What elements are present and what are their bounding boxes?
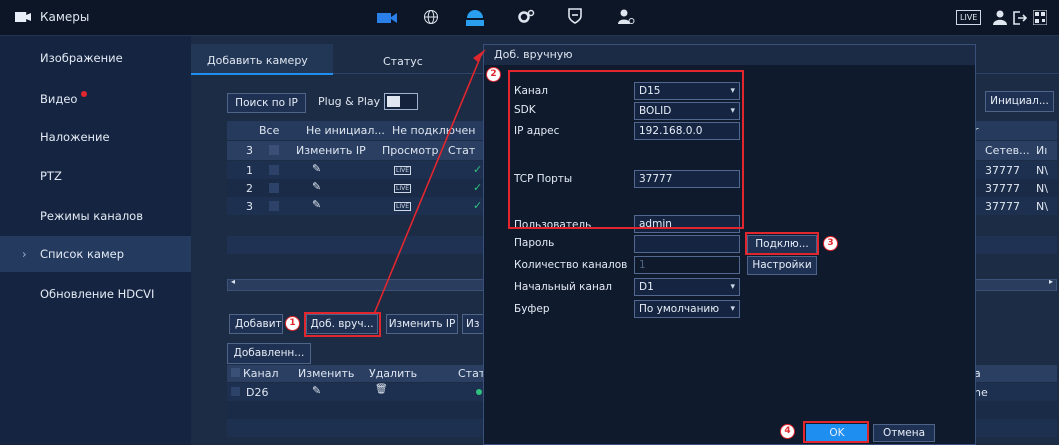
- edit-pencil-icon[interactable]: ✎: [312, 198, 321, 211]
- scroll-right-icon[interactable]: ▸: [1049, 277, 1053, 286]
- sidebar-item-channel-modes[interactable]: Режимы каналов: [0, 198, 191, 234]
- sidebar-item-overlay[interactable]: Наложение: [0, 119, 191, 155]
- sidebar-item-image[interactable]: Изображение: [0, 40, 191, 76]
- buffer-select[interactable]: По умолчанию: [634, 300, 740, 318]
- storage-icon[interactable]: [464, 8, 486, 28]
- added-row-checkbox[interactable]: [231, 387, 240, 396]
- sidebar: Изображение Видео Наложение PTZ Режимы к…: [0, 36, 191, 445]
- top-bar: Камеры LIVE: [0, 0, 1059, 36]
- row-port: 37777: [985, 200, 1020, 213]
- sidebar-item-label: Изображение: [40, 51, 123, 65]
- filter-tab-all[interactable]: Все: [259, 124, 279, 137]
- cancel-button[interactable]: Отмена: [873, 424, 935, 442]
- system-settings-icon[interactable]: [517, 9, 535, 25]
- sidebar-item-video[interactable]: Видео: [0, 81, 191, 117]
- edit-pencil-icon[interactable]: ✎: [312, 162, 321, 175]
- tab-add-camera-label: Добавить камеру: [207, 54, 308, 67]
- added-header-status: Стат: [458, 367, 486, 380]
- channel-count-label: Количество каналов: [514, 259, 628, 271]
- sidebar-item-camera-list[interactable]: › Список камер: [0, 236, 191, 272]
- added-devices-tab[interactable]: Добавленн...: [227, 343, 311, 364]
- step-badge-3: 3: [823, 236, 838, 251]
- camera-module-icon[interactable]: [376, 11, 398, 25]
- password-label: Пароль: [514, 237, 555, 249]
- settings-button[interactable]: Настройки: [747, 256, 817, 275]
- qr-code-icon[interactable]: [1033, 10, 1047, 25]
- sidebar-item-label: Режимы каналов: [40, 209, 143, 223]
- search-by-ip-button[interactable]: Поиск по IP: [227, 93, 306, 113]
- trash-icon[interactable]: 🗑: [375, 384, 388, 395]
- logout-icon[interactable]: [1012, 10, 1028, 26]
- added-row-channel: D26: [246, 386, 269, 399]
- dialog-title: Доб. вручную: [494, 48, 573, 61]
- add-button[interactable]: Добавит: [229, 314, 283, 334]
- row-x: N\: [1036, 200, 1048, 213]
- edit-pencil-icon[interactable]: ✎: [312, 180, 321, 193]
- highlight-ok-button: [803, 421, 869, 443]
- step-badge-4: 4: [780, 424, 795, 439]
- edit-pencil-icon[interactable]: ✎: [312, 384, 321, 397]
- buffer-label: Буфер: [514, 303, 550, 315]
- select-all-checkbox[interactable]: [269, 145, 279, 155]
- sidebar-item-label: Наложение: [40, 130, 110, 144]
- step-badge-2: 2: [486, 67, 501, 82]
- row-number: 2: [246, 182, 253, 195]
- pointer-arrow: [373, 49, 486, 315]
- password-input[interactable]: [634, 235, 740, 253]
- start-channel-label: Начальный канал: [514, 281, 612, 293]
- app-title: Камеры: [40, 10, 90, 24]
- account-icon[interactable]: [617, 8, 635, 26]
- added-header-channel: Канал: [243, 367, 279, 380]
- step-badge-1: 1: [285, 316, 300, 331]
- row-checkbox[interactable]: [269, 201, 279, 211]
- sidebar-item-ptz[interactable]: PTZ: [0, 158, 191, 194]
- alert-dot-icon: [81, 91, 88, 97]
- initialize-button[interactable]: Инициал...: [985, 91, 1054, 112]
- sidebar-item-label: PTZ: [40, 169, 62, 183]
- added-header-delete: Удалить: [369, 367, 418, 380]
- sidebar-item-label: Список камер: [40, 247, 125, 261]
- security-shield-icon[interactable]: [568, 8, 582, 24]
- network-icon[interactable]: [423, 9, 439, 25]
- row-x: N\: [1036, 182, 1048, 195]
- live-button[interactable]: LIVE: [956, 10, 982, 25]
- added-row-tail: ne: [974, 386, 988, 399]
- header-change-ip: Изменить IP: [296, 144, 366, 157]
- chevron-right-icon: ›: [22, 247, 27, 261]
- sidebar-item-label: Видео: [40, 92, 78, 106]
- header-last: Иı: [1036, 144, 1048, 157]
- user-icon[interactable]: [993, 10, 1007, 26]
- row-number: 3: [246, 200, 253, 213]
- sidebar-item-label: Обновление HDCVI: [40, 287, 155, 301]
- row-port: 37777: [985, 164, 1020, 177]
- camera-icon: [15, 12, 31, 22]
- added-select-all-checkbox[interactable]: [231, 368, 240, 377]
- online-status-dot-icon: [476, 389, 482, 395]
- row-x: N\: [1036, 164, 1048, 177]
- added-header-edit: Изменить: [298, 367, 355, 380]
- row-number: 1: [246, 164, 253, 177]
- scroll-left-icon[interactable]: ◂: [231, 277, 235, 286]
- start-channel-select[interactable]: D1: [634, 278, 740, 296]
- highlight-form-fields: [508, 70, 744, 229]
- channel-count-input[interactable]: 1: [634, 256, 740, 274]
- header-network: Сетев...: [985, 144, 1030, 157]
- row-checkbox[interactable]: [269, 165, 279, 175]
- highlight-connect-button: [745, 232, 819, 255]
- row-checkbox[interactable]: [269, 183, 279, 193]
- sidebar-item-hdcvi-update[interactable]: Обновление HDCVI: [0, 276, 191, 312]
- header-count: 3: [246, 144, 253, 157]
- row-port: 37777: [985, 182, 1020, 195]
